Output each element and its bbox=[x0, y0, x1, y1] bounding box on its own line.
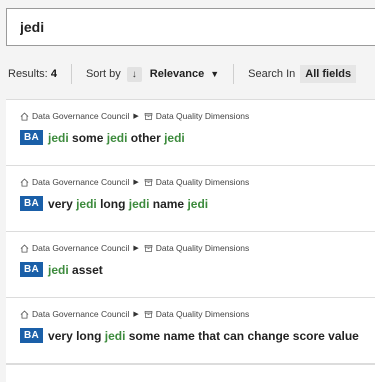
results-count-text: Results: 4 bbox=[8, 68, 57, 80]
caret-right-icon: ▶ bbox=[133, 245, 139, 252]
results-toolbar: Results: 4 Sort by ↓ Relevance ▼ Search … bbox=[0, 62, 375, 86]
title-highlight: jedi bbox=[76, 196, 97, 211]
search-in-dropdown[interactable]: All fields bbox=[300, 65, 357, 83]
result-title-link[interactable]: very jedi long jedi name jedi bbox=[48, 197, 208, 211]
result-title-row: BA very long jedi some name that can chan… bbox=[20, 328, 375, 343]
search-in-label: Search In bbox=[248, 68, 296, 80]
asset-type-badge: BA bbox=[20, 328, 44, 343]
breadcrumb-community[interactable]: Data Governance Council bbox=[32, 177, 129, 187]
title-text: very long bbox=[48, 328, 105, 343]
sort-direction-button[interactable]: ↓ bbox=[126, 66, 142, 82]
breadcrumb-community[interactable]: Data Governance Council bbox=[32, 309, 129, 319]
search-input[interactable] bbox=[7, 9, 375, 45]
breadcrumb: Data Governance Council ▶ Data Quality Dim… bbox=[20, 176, 375, 188]
caret-down-icon[interactable]: ▼ bbox=[210, 69, 219, 79]
domain-icon bbox=[144, 310, 153, 319]
breadcrumb: Data Governance Council ▶ Data Quality Dim… bbox=[20, 308, 375, 320]
community-icon bbox=[20, 244, 29, 253]
title-text: other bbox=[127, 130, 165, 145]
breadcrumb: Data Governance Council ▶ Data Quality Dim… bbox=[20, 242, 375, 254]
results-count: 4 bbox=[50, 68, 57, 80]
community-icon bbox=[20, 310, 29, 319]
results-label: Results: bbox=[8, 68, 48, 80]
title-highlight: jedi bbox=[104, 328, 126, 343]
community-icon bbox=[20, 112, 29, 121]
result-title-link[interactable]: jedi asset bbox=[48, 263, 103, 277]
asset-type-badge: BA bbox=[20, 130, 44, 145]
title-text: some name that can change score value bbox=[125, 328, 359, 343]
domain-icon bbox=[144, 178, 153, 187]
title-highlight: jedi bbox=[48, 262, 69, 277]
sort-dropdown[interactable]: Relevance bbox=[150, 68, 204, 80]
result-title-link[interactable]: very long jedi some name that can change… bbox=[48, 329, 359, 343]
result-title-link[interactable]: jedi some jedi other jedi bbox=[48, 131, 185, 145]
caret-right-icon: ▶ bbox=[133, 311, 139, 318]
title-highlight: jedi bbox=[106, 130, 128, 145]
community-icon bbox=[20, 178, 29, 187]
arrow-down-icon: ↓ bbox=[131, 68, 137, 80]
breadcrumb: Data Governance Council ▶ Data Quality Dim… bbox=[20, 110, 375, 122]
asset-type-badge: BA bbox=[20, 196, 44, 211]
result-card[interactable]: Data Governance Council ▶ Data Quality Dim… bbox=[6, 232, 375, 298]
breadcrumb-domain[interactable]: Data Quality Dimensions bbox=[156, 243, 250, 253]
caret-right-icon: ▶ bbox=[133, 179, 139, 186]
results-list-footer bbox=[6, 364, 375, 382]
title-highlight: jedi bbox=[164, 130, 185, 145]
search-box[interactable] bbox=[6, 8, 375, 46]
breadcrumb-community[interactable]: Data Governance Council bbox=[32, 111, 129, 121]
title-highlight: jedi bbox=[187, 196, 209, 211]
domain-icon bbox=[144, 244, 153, 253]
result-title-row: BA jedi some jedi other jedi bbox=[20, 130, 375, 145]
breadcrumb-domain[interactable]: Data Quality Dimensions bbox=[156, 111, 250, 121]
caret-right-icon: ▶ bbox=[133, 113, 139, 120]
title-text: long bbox=[96, 196, 129, 211]
sort-label: Sort by bbox=[85, 68, 121, 80]
title-text: asset bbox=[68, 262, 103, 277]
title-highlight: jedi bbox=[48, 130, 69, 145]
breadcrumb-community[interactable]: Data Governance Council bbox=[32, 243, 129, 253]
result-card[interactable]: Data Governance Council ▶ Data Quality Dim… bbox=[6, 166, 375, 232]
asset-type-badge: BA bbox=[20, 262, 44, 277]
breadcrumb-domain[interactable]: Data Quality Dimensions bbox=[156, 309, 250, 319]
result-title-row: BA very jedi long jedi name jedi bbox=[20, 196, 375, 211]
result-card[interactable]: Data Governance Council ▶ Data Quality Dim… bbox=[6, 298, 375, 364]
title-highlight: jedi bbox=[128, 196, 150, 211]
title-text: some bbox=[68, 130, 107, 145]
title-text: name bbox=[149, 196, 188, 211]
result-title-row: BA jedi asset bbox=[20, 262, 375, 277]
toolbar-divider bbox=[233, 64, 235, 84]
breadcrumb-domain[interactable]: Data Quality Dimensions bbox=[156, 177, 250, 187]
title-text: very bbox=[48, 196, 77, 211]
results-list: Data Governance Council ▶ Data Quality Dim… bbox=[6, 99, 375, 364]
result-card[interactable]: Data Governance Council ▶ Data Quality Dim… bbox=[6, 100, 375, 166]
toolbar-divider bbox=[70, 64, 72, 84]
domain-icon bbox=[144, 112, 153, 121]
